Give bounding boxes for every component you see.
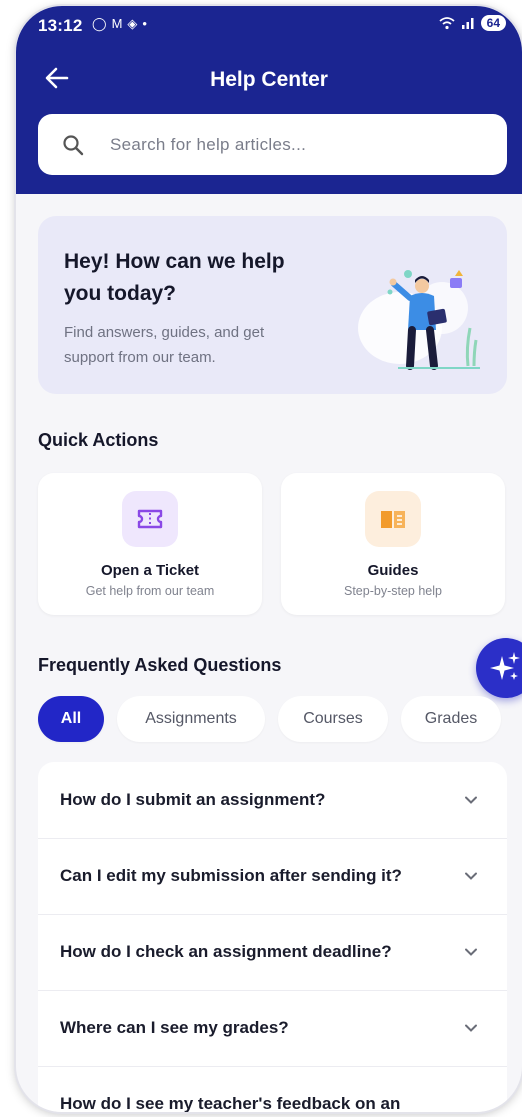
filter-chip-assignments[interactable]: Assignments [117,696,265,742]
faq-question: Can I edit my submission after sending i… [60,866,402,885]
ticket-icon [137,509,163,529]
ai-assistant-button[interactable] [476,638,522,698]
guides-label: Guides [367,562,419,579]
banner-title: Hey! How can we help you today? [64,250,285,305]
chevron-down-icon [465,872,477,880]
app-notification-icon: ◈ [127,16,138,31]
faq-heading: Frequently Asked Questions [38,655,282,675]
ticket-icon-tile [122,491,178,547]
wifi-icon [439,17,455,30]
chevron-down-icon [465,1024,477,1032]
battery-icon: 64 [480,15,506,31]
gmail-icon: M [111,16,123,31]
notification-icons: ◯ M ◈ • [92,17,147,31]
faq-question: How do I submit an assignment? [60,790,326,809]
sparkle-icon [490,652,520,680]
page-title: Help Center [210,68,328,91]
faq-item[interactable]: How do I check an assignment deadline? [38,914,507,991]
open-ticket-card[interactable]: Open a Ticket Get help from our team [38,473,262,615]
filter-chip-all[interactable]: All [38,696,104,742]
signal-icon [461,18,474,29]
app-header: 13:12 ◯ M ◈ • 64 Help Center [16,6,522,194]
filter-chip-grades[interactable]: Grades [401,696,501,742]
banner-subtitle: Find answers, guides, and get support fr… [64,324,265,366]
book-icon-tile [365,491,421,547]
status-bar: 13:12 ◯ M ◈ • 64 [16,6,522,42]
book-icon [381,511,405,528]
faq-list: How do I submit an assignment? Can I edi… [38,762,507,1112]
faq-item[interactable]: Can I edit my submission after sending i… [38,838,507,915]
search-bar[interactable] [38,114,507,175]
faq-question: How do I check an assignment deadline? [60,942,392,961]
faq-item[interactable]: Where can I see my grades? [38,990,507,1067]
search-icon [63,135,84,156]
faq-item[interactable]: How do I see my teacher's feedback on an [38,1066,507,1112]
open-ticket-sublabel: Get help from our team [85,584,215,598]
guides-card[interactable]: Guides Step-by-step help [281,473,505,615]
status-time: 13:12 [38,16,83,35]
chevron-down-icon [465,948,477,956]
system-icons: 64 [439,15,506,31]
more-notifications-icon: • [142,16,147,31]
faq-question: How do I see my teacher's feedback on an [60,1094,401,1112]
whatsapp-icon: ◯ [92,16,107,31]
faq-item[interactable]: How do I submit an assignment? [38,762,507,839]
chevron-down-icon [465,796,477,804]
welcome-banner: Hey! How can we help you today? Find ans… [38,216,507,394]
guides-sublabel: Step-by-step help [344,584,442,598]
faq-question: Where can I see my grades? [60,1018,289,1037]
open-ticket-label: Open a Ticket [100,562,200,579]
filter-chip-courses[interactable]: Courses [278,696,388,742]
search-input[interactable] [108,122,492,168]
quick-actions-heading: Quick Actions [38,430,159,450]
support-agent-illustration [358,270,480,370]
phone-screen: 13:12 ◯ M ◈ • 64 Help Center Search for … [16,6,522,1112]
